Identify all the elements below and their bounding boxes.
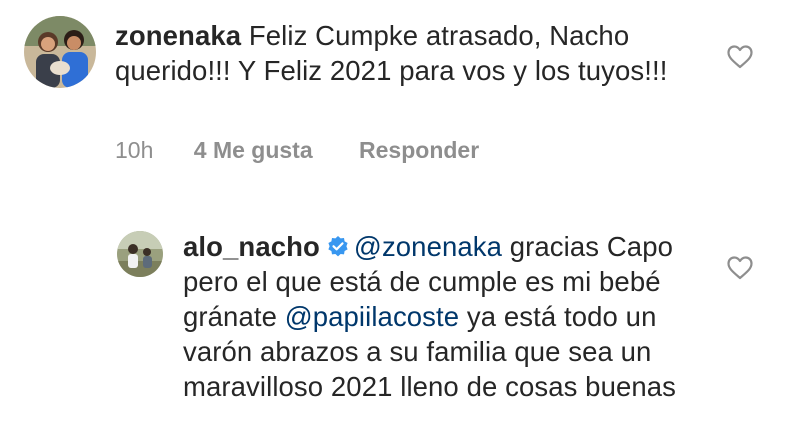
comment-time: 10h [115,137,154,163]
reply-button[interactable]: Responder [359,137,479,164]
avatar-photo-icon [24,16,96,88]
comment-likes-link[interactable]: 4 Me gusta [194,137,313,164]
reply-text: alo_nacho @zonenaka gracias Capo pero el … [183,229,703,404]
comment-meta: 10h 4 Me gusta Responder [115,137,479,164]
avatar-photo-icon [117,231,163,277]
reply-username[interactable]: alo_nacho [183,231,320,262]
mention-link[interactable]: @papiilacoste [285,301,459,332]
comment-text: zonenaka Feliz Cumpke atrasado, Nacho qu… [115,18,715,88]
avatar[interactable] [24,16,96,88]
heart-outline-icon[interactable] [727,256,753,280]
verified-badge-icon [326,235,350,259]
mention-link[interactable]: @zonenaka [354,231,502,262]
avatar[interactable] [117,231,163,277]
comment-username[interactable]: zonenaka [115,20,241,51]
heart-outline-icon[interactable] [727,45,753,69]
